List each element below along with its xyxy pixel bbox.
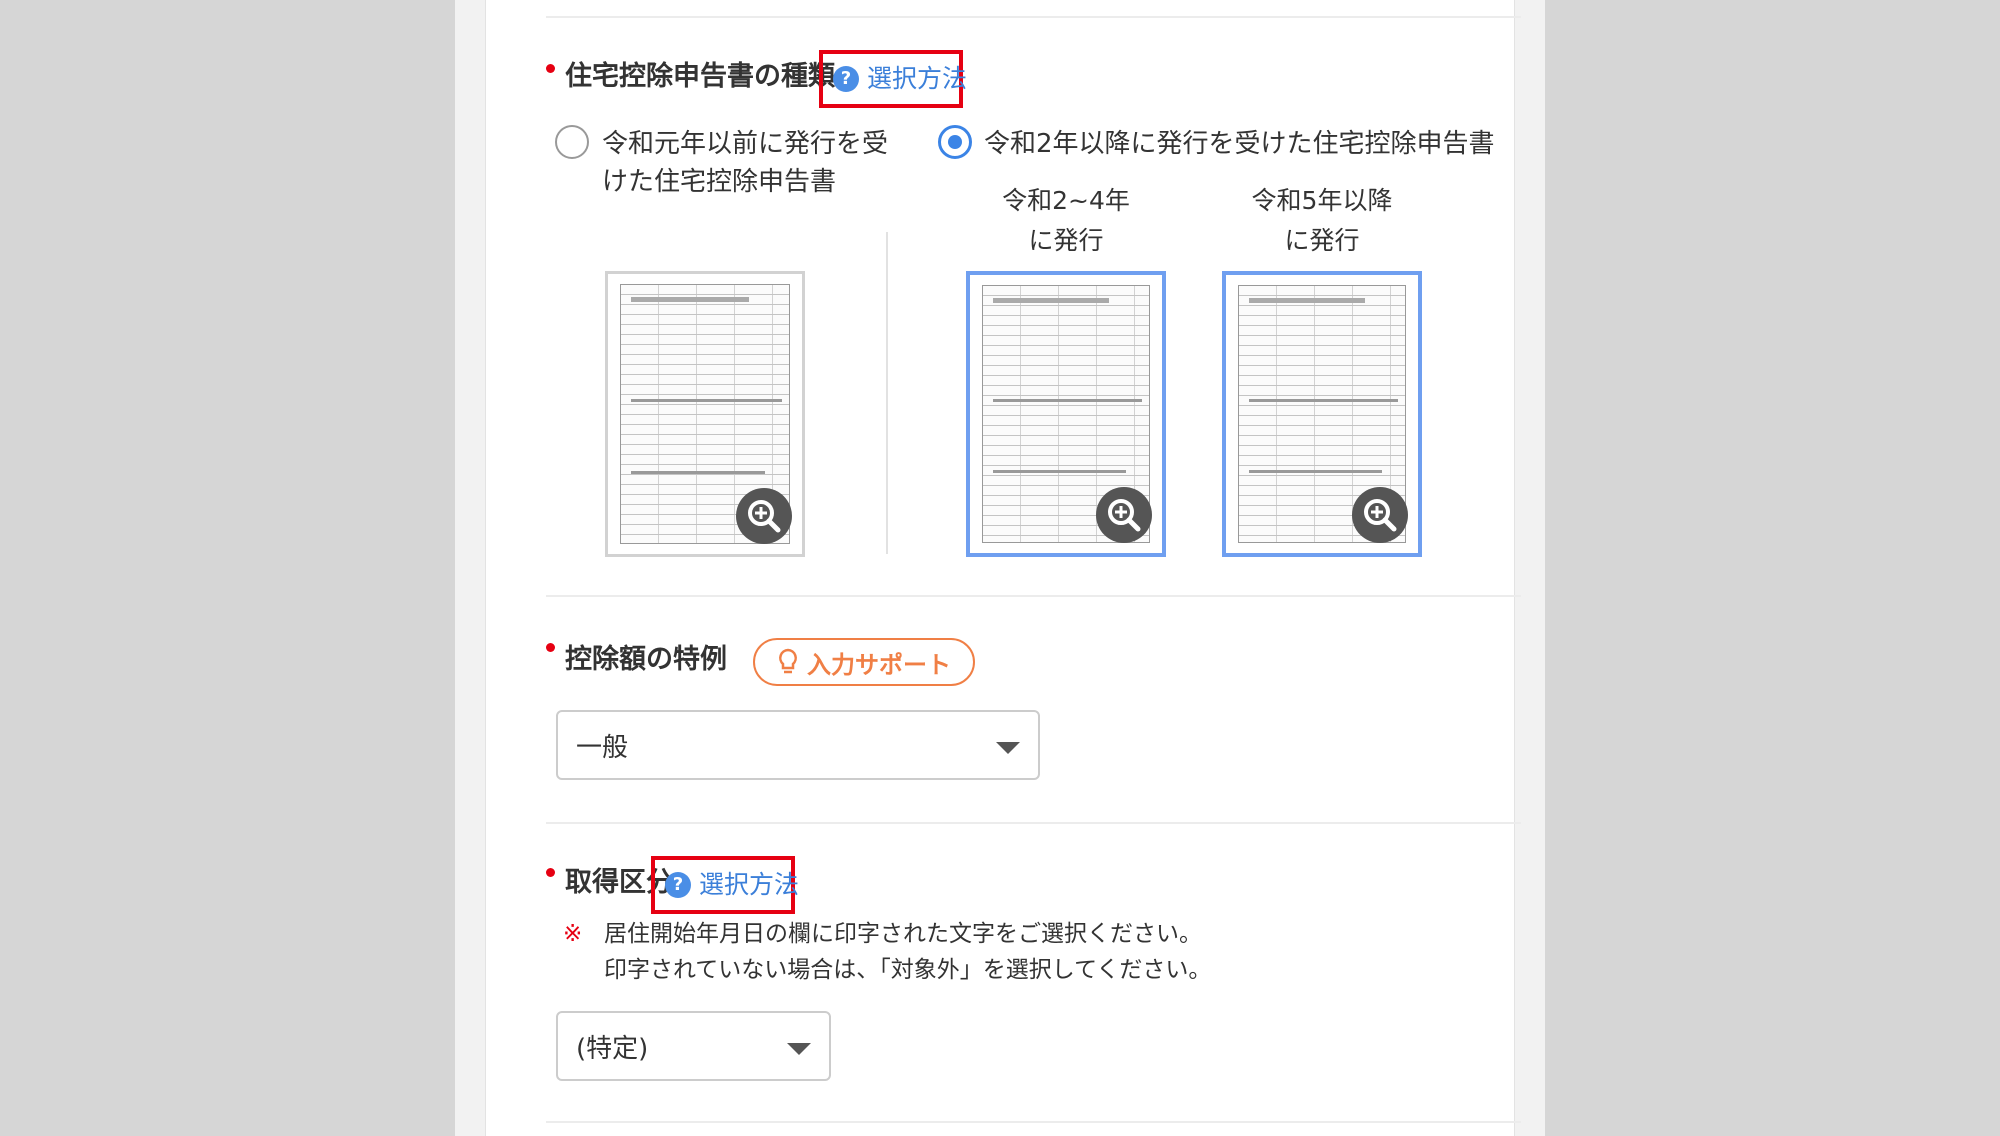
note-mark: ※ <box>563 921 583 947</box>
question-circle-icon: ? <box>833 66 859 92</box>
selection-method-text: 選択方法 <box>699 870 800 899</box>
zoom-in-icon[interactable] <box>1352 487 1408 543</box>
radio-reiwa2-or-later-label[interactable]: 令和2年以降に発行を受けた住宅控除申告書 <box>984 125 1495 163</box>
page-frame: 住宅控除申告書の種類 ? 選択方法 令和元年以前に発行を受 けた住宅控除申告書 … <box>455 0 1545 1136</box>
caption-reiwa2-4: 令和2~4年 に発行 <box>1002 186 1130 255</box>
divider <box>546 1121 1521 1123</box>
form-card: 住宅控除申告書の種類 ? 選択方法 令和元年以前に発行を受 けた住宅控除申告書 … <box>485 0 1521 1136</box>
required-marker <box>546 643 555 652</box>
caret-down-icon <box>787 1043 811 1055</box>
radio-before-reiwa2[interactable] <box>555 125 589 159</box>
required-marker <box>546 868 555 877</box>
special-deduction-select[interactable]: 一般 <box>556 710 1040 780</box>
form-thumbnail-reiwa2-4[interactable] <box>966 271 1166 557</box>
acquisition-note-line2: 印字されていない場合は、「対象外」を選択してください。 <box>604 957 1212 983</box>
form-thumbnail-reiwa5-later[interactable] <box>1222 271 1422 557</box>
acquisition-category-value: (特定) <box>576 1033 649 1064</box>
divider <box>546 822 1521 824</box>
special-deduction-value: 一般 <box>576 732 629 763</box>
zoom-in-icon[interactable] <box>1096 487 1152 543</box>
caret-down-icon <box>996 742 1020 754</box>
special-deduction-label: 控除額の特例 <box>565 644 727 675</box>
lightbulb-icon <box>779 648 797 674</box>
radio-before-reiwa2-label[interactable]: 令和元年以前に発行を受 けた住宅控除申告書 <box>602 125 888 201</box>
selection-method-link[interactable]: ? 選択方法 <box>833 64 967 94</box>
acquisition-category-select[interactable]: (特定) <box>556 1011 831 1081</box>
zoom-in-icon[interactable] <box>736 488 792 544</box>
selection-method-link[interactable]: ? 選択方法 <box>665 870 799 900</box>
selection-method-text: 選択方法 <box>867 64 968 93</box>
caption-reiwa5-later: 令和5年以降 に発行 <box>1251 186 1393 255</box>
divider <box>546 595 1521 597</box>
acquisition-note-line1: 居住開始年月日の欄に印字された文字をご選択ください。 <box>604 921 1202 947</box>
divider-vertical <box>886 232 888 554</box>
radio-reiwa2-or-later[interactable] <box>938 125 972 159</box>
housing-form-type-label: 住宅控除申告書の種類 <box>565 61 835 92</box>
form-thumbnail-old[interactable] <box>605 271 805 557</box>
input-support-button[interactable]: 入力サポート <box>753 638 975 686</box>
required-marker <box>546 64 555 73</box>
input-support-label: 入力サポート <box>807 650 951 679</box>
divider <box>546 16 1521 18</box>
question-circle-icon: ? <box>665 872 691 898</box>
